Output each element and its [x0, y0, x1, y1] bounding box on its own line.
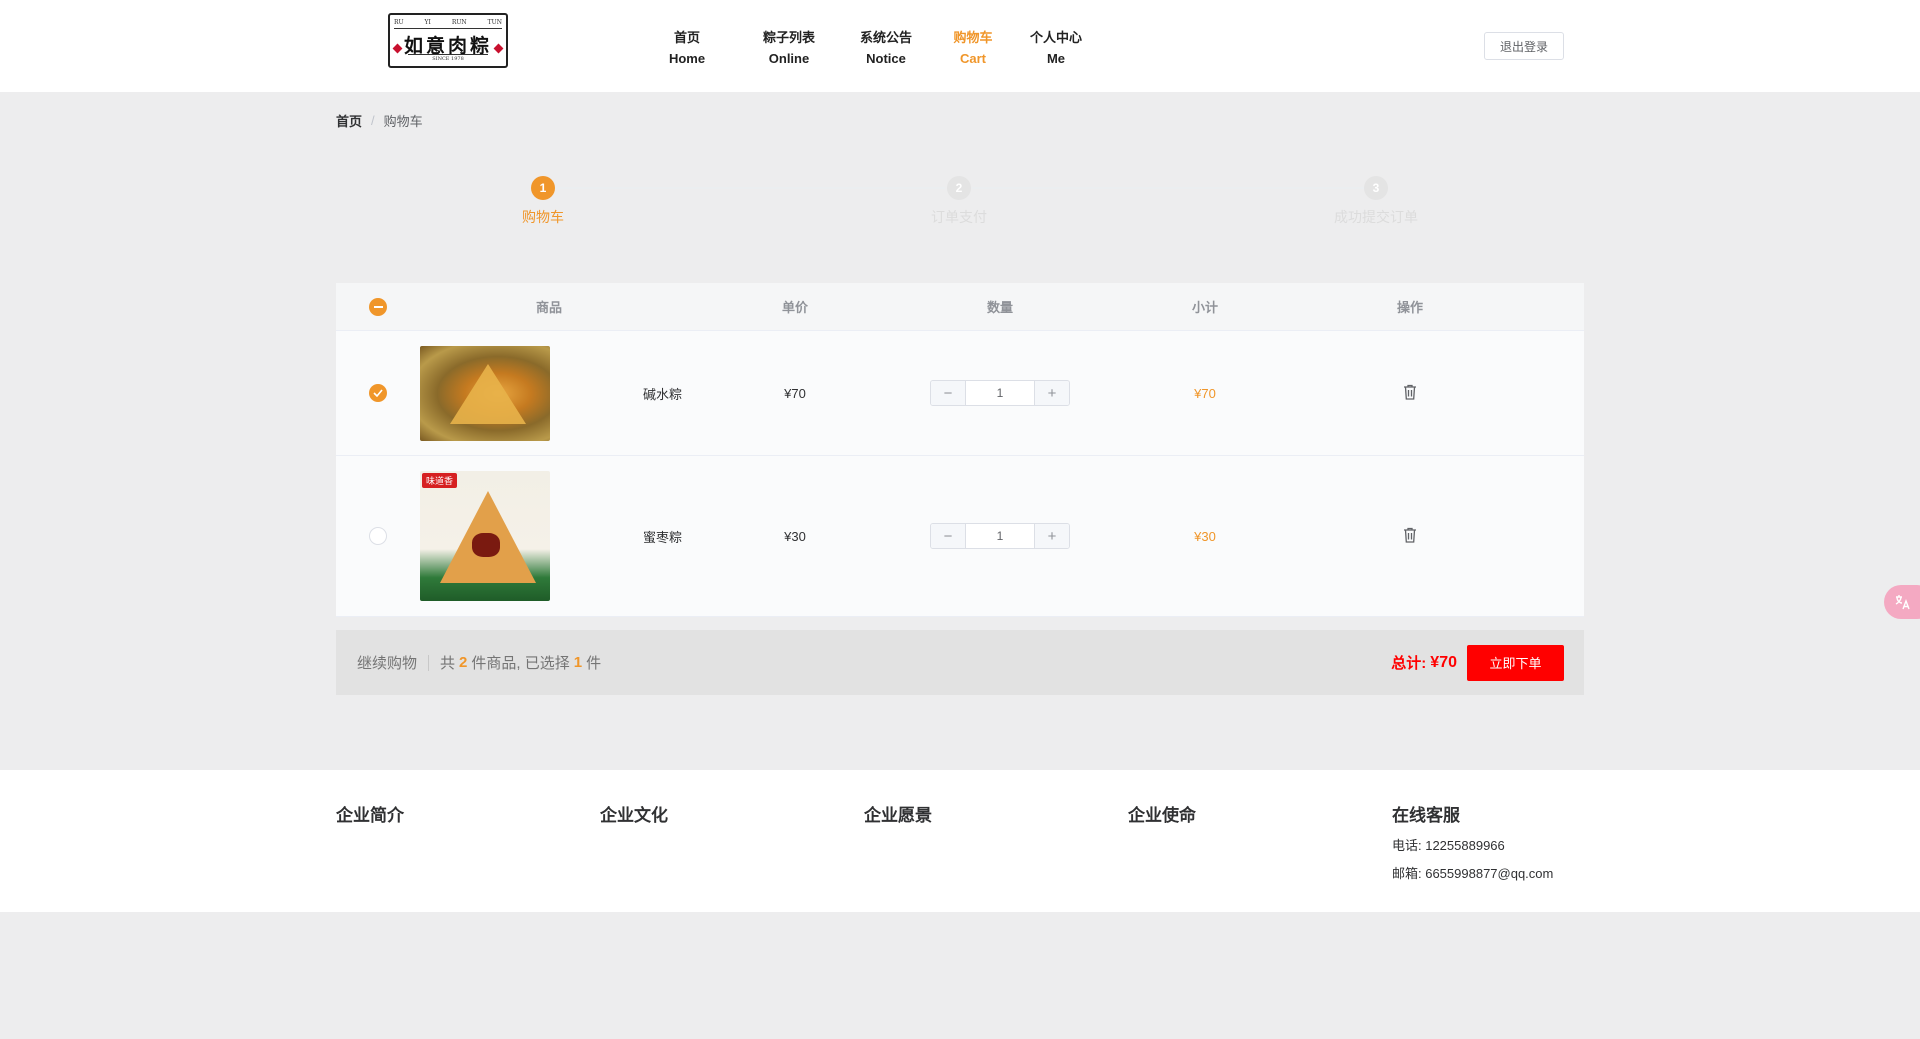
- quantity-stepper: − 1 +: [930, 523, 1070, 549]
- row-subtotal: ¥30: [1194, 528, 1216, 544]
- header-qty: 数量: [986, 300, 1013, 315]
- footer-about-title[interactable]: 企业简介: [336, 801, 404, 826]
- nav-online[interactable]: 粽子列表 Online: [739, 27, 839, 69]
- page-footer: 企业简介 企业文化 企业愿景 企业使命 在线客服 电话: 12255889966…: [0, 770, 1920, 912]
- top-header: RU YI RUN TUN 如意肉粽 SINCE 1978 首页 Home 粽子…: [0, 0, 1920, 92]
- select-all-cell: [336, 297, 420, 316]
- header-subtotal: 小计: [1191, 300, 1218, 315]
- footer-email: 邮箱: 6655998877@qq.com: [1392, 866, 1554, 881]
- cart-table: 商品 单价 数量 小计 操作 碱水粽 ¥70 − 1 + ¥70 味道香 蜜枣粽…: [336, 283, 1584, 617]
- cart-table-header: 商品 单价 数量 小计 操作: [336, 283, 1584, 331]
- breadcrumb-current: 购物车: [383, 114, 423, 129]
- footer-vision-title[interactable]: 企业愿景: [864, 801, 932, 826]
- qty-cell: − 1 +: [895, 380, 1105, 406]
- total-value: ¥70: [1430, 653, 1457, 671]
- logo-top-text: RU YI RUN TUN: [394, 19, 502, 29]
- trash-icon[interactable]: [1403, 384, 1417, 400]
- cart-row: 碱水粽 ¥70 − 1 + ¥70: [336, 331, 1584, 456]
- product-image[interactable]: 味道香: [420, 471, 550, 601]
- breadcrumb: 首页 / 购物车: [336, 111, 423, 130]
- breadcrumb-separator: /: [371, 113, 375, 128]
- count-suffix: 件: [586, 655, 602, 672]
- step-number: 1: [531, 176, 555, 200]
- footer-phone: 电话: 12255889966: [1392, 838, 1505, 853]
- header-price: 单价: [781, 300, 808, 315]
- trash-icon[interactable]: [1403, 527, 1417, 543]
- step-title: 购物车: [522, 209, 564, 225]
- count-prefix: 共: [440, 655, 456, 672]
- step-number: 2: [947, 176, 971, 200]
- unit-price: ¥70: [784, 385, 806, 401]
- step-submitted: 3 成功提交订单: [1276, 176, 1476, 227]
- select-all-checkbox[interactable]: [369, 297, 387, 316]
- increase-button[interactable]: +: [1035, 381, 1069, 405]
- nav-home[interactable]: 首页 Home: [650, 27, 724, 69]
- place-order-button[interactable]: 立即下单: [1467, 644, 1564, 681]
- unit-price: ¥30: [784, 528, 806, 544]
- row-checkbox[interactable]: [369, 384, 387, 402]
- nav-cart[interactable]: 购物车 Cart: [938, 27, 1008, 69]
- total-label: 总计:: [1391, 655, 1427, 672]
- step-number: 3: [1364, 176, 1388, 200]
- quantity-input[interactable]: 1: [965, 524, 1035, 548]
- checkout-steps: 1 购物车 2 订单支付 3 成功提交订单: [336, 174, 1584, 234]
- footer-mission: 企业使命: [1128, 801, 1196, 826]
- logout-button[interactable]: 退出登录: [1484, 32, 1564, 60]
- translate-glyph-icon: [1895, 595, 1910, 610]
- translate-icon[interactable]: [1884, 585, 1920, 619]
- nav-notice[interactable]: 系统公告 Notice: [842, 27, 930, 69]
- action-cell: [1305, 384, 1515, 403]
- goods-cell: 味道香 蜜枣粽: [420, 471, 695, 601]
- nav-me[interactable]: 个人中心 Me: [1016, 27, 1096, 69]
- increase-button[interactable]: +: [1035, 524, 1069, 548]
- step-cart: 1 购物车: [443, 176, 643, 227]
- action-cell: [1305, 527, 1515, 546]
- total-count: 2: [459, 654, 468, 671]
- continue-shopping-link[interactable]: 继续购物: [357, 652, 417, 673]
- product-name[interactable]: 蜜枣粽: [643, 527, 682, 546]
- step-title: 成功提交订单: [1334, 209, 1418, 225]
- checkmark-icon: [373, 389, 383, 397]
- summary-divider: [428, 654, 430, 671]
- step-payment: 2 订单支付: [859, 176, 1059, 227]
- row-check-cell: [336, 384, 420, 402]
- breadcrumb-home[interactable]: 首页: [336, 111, 362, 130]
- decrease-button[interactable]: −: [931, 524, 965, 548]
- footer-vision: 企业愿景: [864, 801, 932, 826]
- logo-since-text: SINCE 1978: [408, 54, 488, 62]
- product-image[interactable]: [420, 345, 550, 441]
- quantity-input[interactable]: 1: [965, 381, 1035, 405]
- row-subtotal: ¥70: [1194, 385, 1216, 401]
- footer-service-title: 在线客服: [1392, 806, 1460, 825]
- cart-row: 味道香 蜜枣粽 ¥30 − 1 + ¥30: [336, 456, 1584, 617]
- total-area: 总计: ¥70 立即下单: [1391, 644, 1584, 681]
- count-middle: 件商品, 已选择: [471, 655, 570, 672]
- footer-service: 在线客服 电话: 12255889966 邮箱: 6655998877@qq.c…: [1392, 801, 1553, 882]
- decrease-button[interactable]: −: [931, 381, 965, 405]
- footer-about: 企业简介: [336, 801, 404, 826]
- quantity-stepper: − 1 +: [930, 380, 1070, 406]
- selected-count: 1: [573, 654, 583, 671]
- header-goods: 商品: [536, 300, 563, 315]
- goods-cell: 碱水粽: [420, 345, 695, 441]
- step-title: 订单支付: [931, 209, 987, 225]
- cart-summary-bar: 继续购物 共 2 件商品, 已选择 1 件 总计: ¥70 立即下单: [336, 630, 1584, 695]
- qty-cell: − 1 +: [895, 523, 1105, 549]
- footer-culture-title[interactable]: 企业文化: [600, 801, 668, 826]
- row-check-cell: [336, 527, 420, 545]
- image-tag: 味道香: [422, 473, 458, 488]
- row-checkbox[interactable]: [369, 527, 387, 545]
- header-action: 操作: [1396, 300, 1423, 315]
- brand-logo[interactable]: RU YI RUN TUN 如意肉粽 SINCE 1978: [388, 13, 508, 68]
- footer-mission-title[interactable]: 企业使命: [1128, 801, 1196, 826]
- product-name[interactable]: 碱水粽: [643, 384, 682, 403]
- main-nav: 首页 Home 粽子列表 Online 系统公告 Notice 购物车 Cart…: [650, 27, 1096, 69]
- footer-culture: 企业文化: [600, 801, 668, 826]
